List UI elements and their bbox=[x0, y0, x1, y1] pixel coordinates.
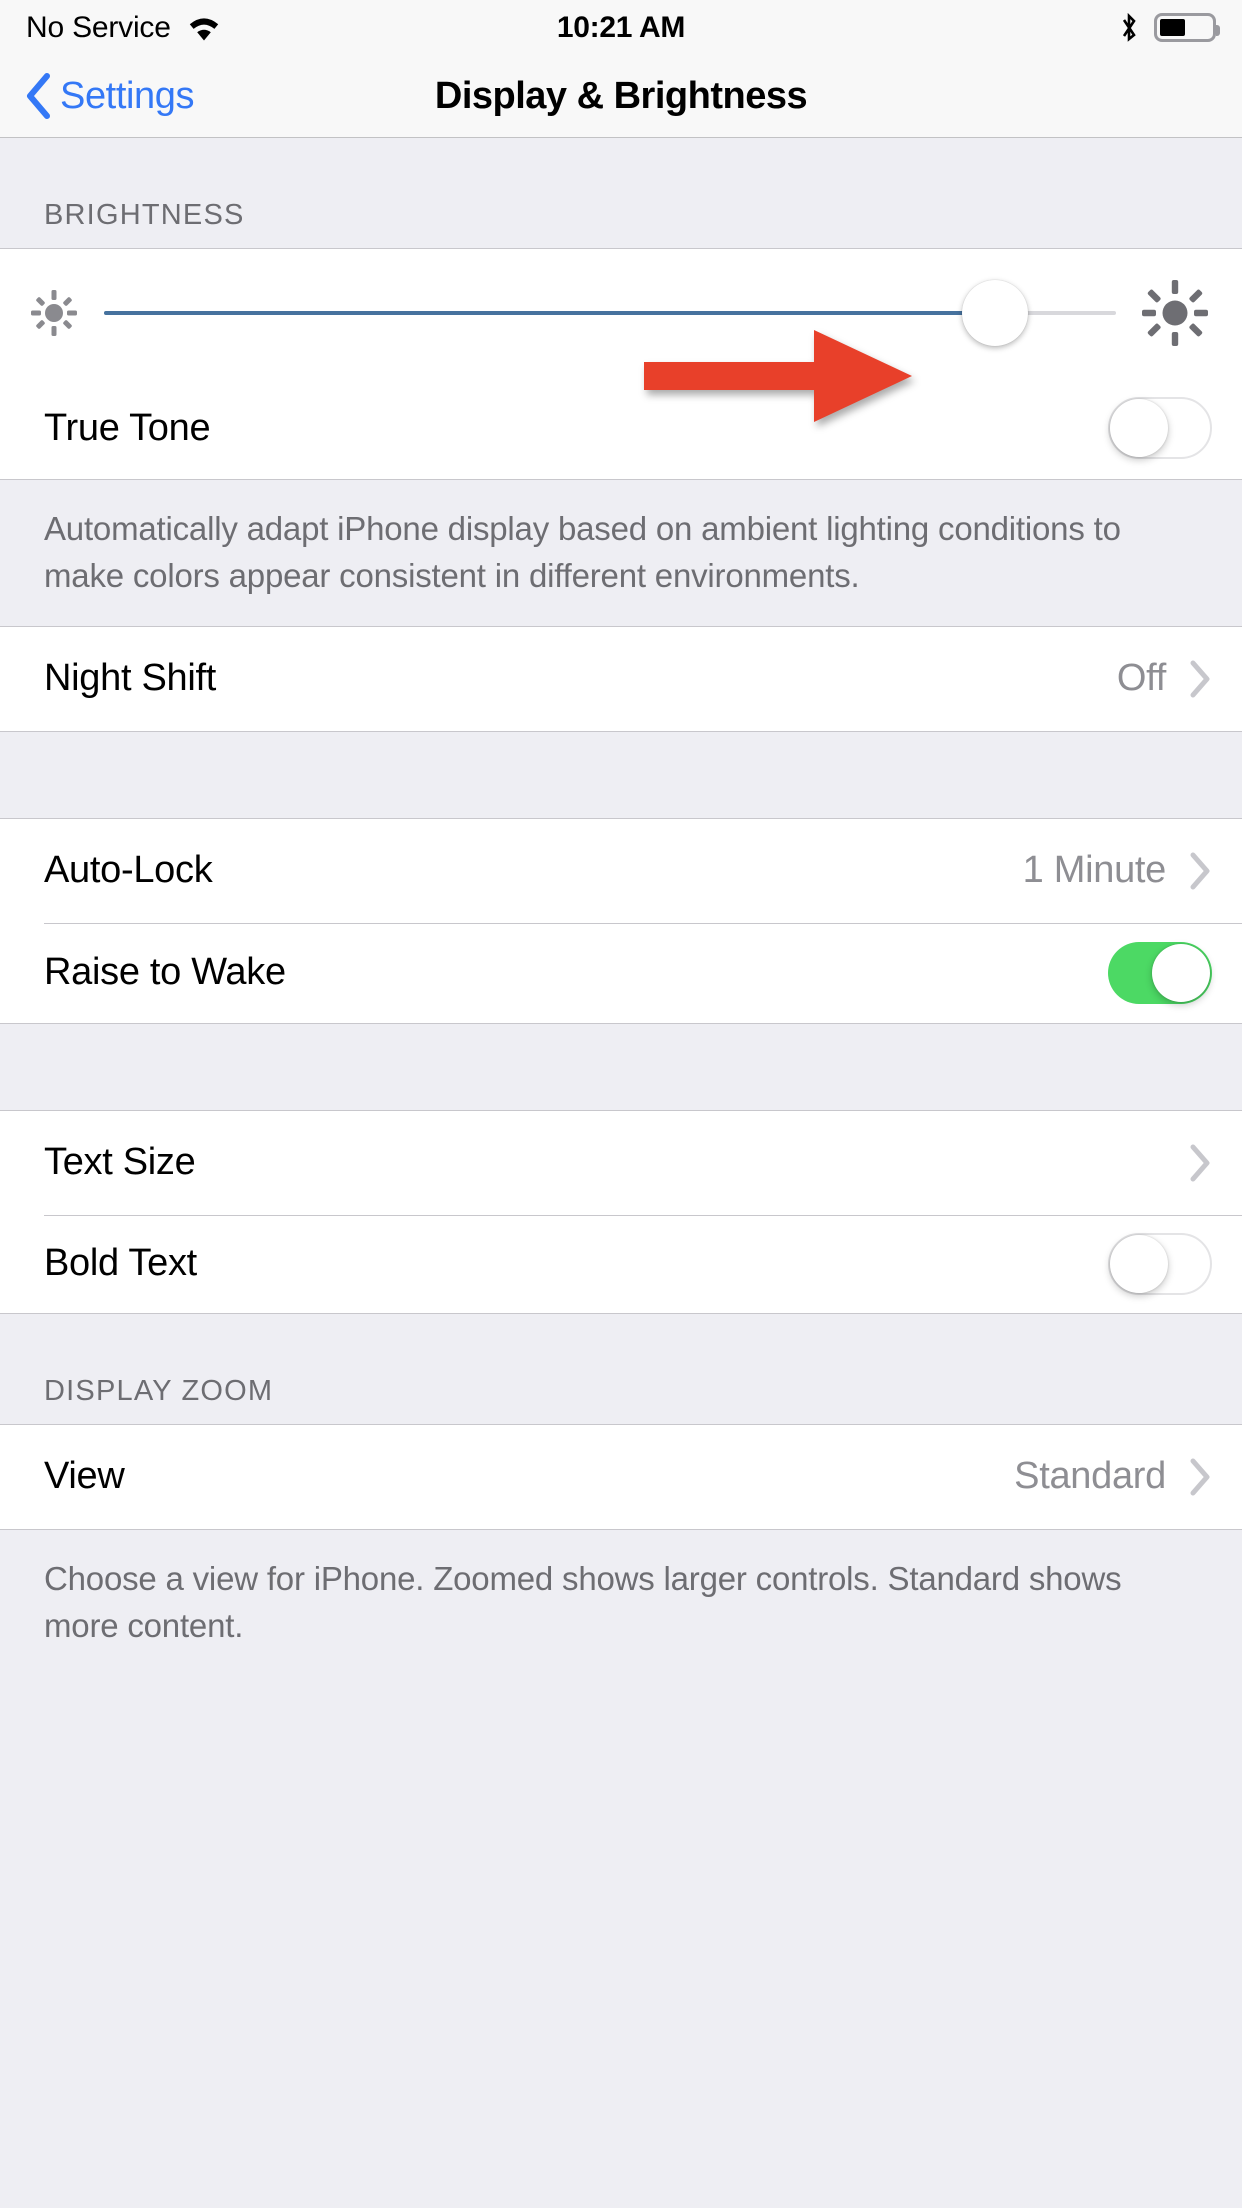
bold-text-toggle[interactable] bbox=[1108, 1232, 1212, 1295]
view-row[interactable]: View Standard bbox=[0, 1424, 1242, 1529]
spacer-top bbox=[0, 138, 1242, 200]
sun-large-icon bbox=[1138, 276, 1212, 350]
toggle-knob bbox=[1110, 1234, 1168, 1293]
back-button[interactable]: Settings bbox=[24, 73, 195, 119]
toggle-knob bbox=[1152, 943, 1210, 1002]
back-button-label: Settings bbox=[60, 74, 195, 117]
section-header-display-zoom: DISPLAY ZOOM bbox=[0, 1373, 1242, 1424]
true-tone-footnote: Automatically adapt iPhone display based… bbox=[0, 480, 1242, 626]
night-shift-group: Night Shift Off bbox=[0, 625, 1242, 732]
true-tone-row[interactable]: True Tone bbox=[0, 377, 1242, 479]
brightness-slider-track[interactable] bbox=[104, 280, 1116, 346]
spacer-lock bbox=[0, 731, 1242, 818]
sun-small-icon bbox=[26, 285, 82, 341]
lock-group: Auto-Lock 1 Minute Raise to Wake bbox=[0, 817, 1242, 1024]
spacer-text bbox=[0, 1023, 1242, 1110]
chevron-right-icon bbox=[1188, 1143, 1212, 1183]
text-size-label: Text Size bbox=[44, 1141, 196, 1184]
toggle-knob bbox=[1110, 399, 1168, 457]
chevron-right-icon bbox=[1188, 1457, 1212, 1497]
navigation-bar: Settings Display & Brightness bbox=[0, 55, 1242, 138]
bold-text-label: Bold Text bbox=[44, 1242, 197, 1285]
true-tone-toggle[interactable] bbox=[1108, 397, 1212, 459]
night-shift-value: Off bbox=[1116, 657, 1166, 700]
raise-to-wake-row[interactable]: Raise to Wake bbox=[0, 922, 1242, 1023]
bluetooth-icon bbox=[1118, 11, 1140, 45]
auto-lock-row[interactable]: Auto-Lock 1 Minute bbox=[0, 818, 1242, 923]
chevron-right-icon bbox=[1188, 659, 1212, 699]
section-header-brightness: BRIGHTNESS bbox=[0, 199, 1242, 248]
chevron-right-icon bbox=[1188, 851, 1212, 891]
slider-knob[interactable] bbox=[961, 280, 1028, 346]
view-label: View bbox=[44, 1455, 125, 1498]
status-bar-left: No Service bbox=[26, 11, 223, 45]
auto-lock-value: 1 Minute bbox=[1022, 849, 1167, 892]
slider-fill bbox=[104, 311, 995, 315]
brightness-slider-row[interactable] bbox=[0, 249, 1242, 377]
night-shift-label: Night Shift bbox=[44, 657, 217, 700]
battery-fill bbox=[1160, 19, 1185, 36]
view-value: Standard bbox=[1014, 1455, 1166, 1498]
auto-lock-label: Auto-Lock bbox=[44, 849, 213, 892]
display-zoom-footnote: Choose a view for iPhone. Zoomed shows l… bbox=[0, 1529, 1242, 1676]
raise-to-wake-label: Raise to Wake bbox=[44, 951, 286, 994]
true-tone-label: True Tone bbox=[44, 406, 211, 449]
carrier-label: No Service bbox=[26, 10, 171, 44]
brightness-group: True Tone bbox=[0, 248, 1242, 480]
wifi-icon bbox=[185, 13, 223, 43]
status-bar: No Service 10:21 AM bbox=[0, 0, 1242, 55]
display-zoom-group: View Standard bbox=[0, 1423, 1242, 1530]
bold-text-row[interactable]: Bold Text bbox=[0, 1214, 1242, 1313]
text-group: Text Size Bold Text bbox=[0, 1109, 1242, 1314]
status-bar-right bbox=[1118, 11, 1220, 45]
text-size-row[interactable]: Text Size bbox=[0, 1110, 1242, 1215]
night-shift-row[interactable]: Night Shift Off bbox=[0, 626, 1242, 731]
iphone-settings-screen: No Service 10:21 AM Settings Display & B… bbox=[0, 0, 1242, 2208]
spacer-zoom bbox=[0, 1313, 1242, 1374]
battery-icon bbox=[1154, 13, 1220, 42]
chevron-left-icon bbox=[24, 73, 52, 119]
raise-to-wake-toggle[interactable] bbox=[1108, 941, 1212, 1004]
